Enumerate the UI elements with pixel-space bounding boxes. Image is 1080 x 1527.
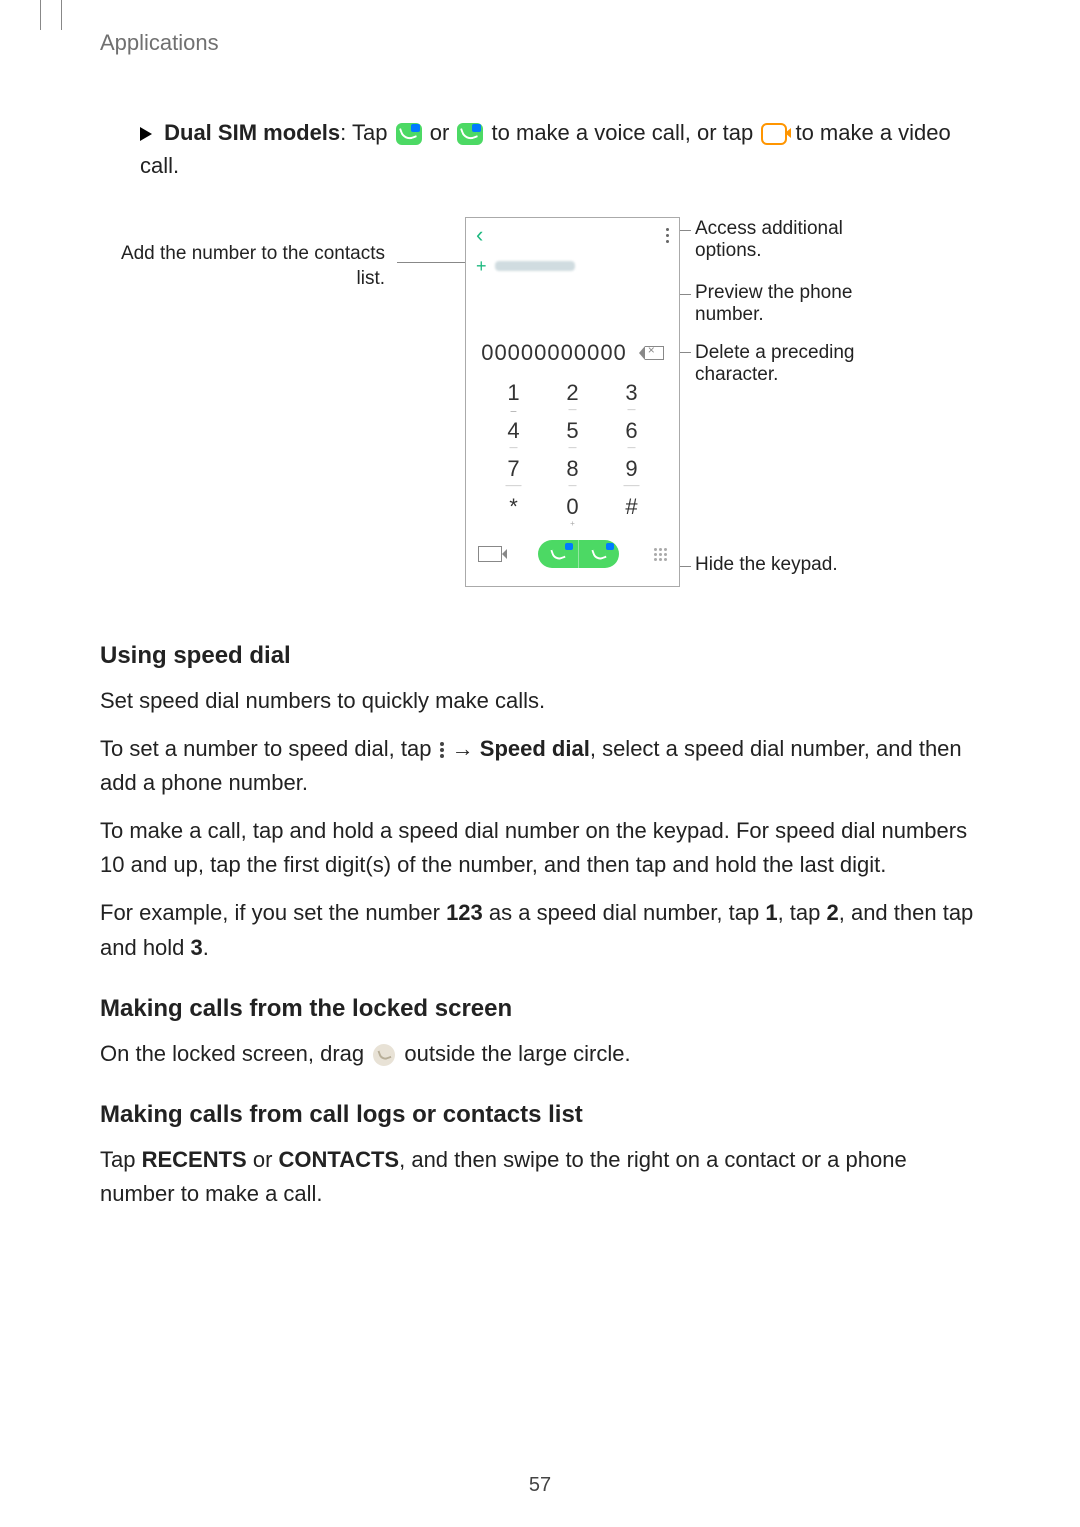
heading-speed-dial: Using speed dial: [100, 642, 980, 670]
call-sim2-icon: [457, 123, 483, 145]
hide-keypad-icon[interactable]: [654, 548, 667, 561]
key-star[interactable]: *: [484, 496, 543, 528]
heading-call-logs: Making calls from call logs or contacts …: [100, 1101, 980, 1129]
annotation-preview-number: Preview the phone number.: [695, 282, 905, 326]
intro-mid2: or: [430, 120, 456, 145]
key-0[interactable]: 0+: [543, 496, 602, 528]
key-3[interactable]: 3—: [602, 382, 661, 414]
speed-dial-p1: Set speed dial numbers to quickly make c…: [100, 684, 980, 718]
more-options-inline-icon: [440, 742, 444, 758]
annotation-add-contacts: Add the number to the contactslist.: [121, 242, 385, 291]
key-9[interactable]: 9——: [602, 458, 661, 490]
video-call-icon: [761, 123, 787, 145]
intro-mid1: : Tap: [340, 120, 393, 145]
heading-locked-screen: Making calls from the locked screen: [100, 995, 980, 1023]
leader-line: [397, 262, 475, 263]
dialer-diagram: Add the number to the contactslist. Acce…: [175, 212, 905, 592]
speed-dial-p2: To set a number to speed dial, tap → Spe…: [100, 732, 980, 800]
keypad: 1⚊ 2— 3— 4— 5— 6— 7—— 8— 9—— * 0+ #: [466, 376, 679, 532]
blurred-text: [495, 261, 575, 271]
key-hash[interactable]: #: [602, 496, 661, 528]
dialed-number: 00000000000: [481, 340, 627, 366]
video-call-button-icon[interactable]: [478, 546, 502, 562]
header-applications: Applications: [100, 30, 980, 56]
speed-dial-p4: For example, if you set the number 123 a…: [100, 896, 980, 964]
annotation-access-options: Access additional options.: [695, 218, 905, 262]
logs-p1: Tap RECENTS or CONTACTS, and then swipe …: [100, 1143, 980, 1211]
annotation-hide-keypad: Hide the keypad.: [695, 554, 838, 576]
triangle-bullet-icon: [140, 127, 152, 141]
add-contact-icon[interactable]: +: [476, 256, 487, 277]
phone-mockup: ‹ + 00000000000 1⚊ 2— 3— 4— 5—: [465, 217, 680, 587]
intro-mid3: to make a voice call, or tap: [492, 120, 760, 145]
key-5[interactable]: 5—: [543, 420, 602, 452]
intro-dual-sim: Dual SIM models: Tap or to make a voice …: [140, 116, 980, 182]
page-number: 57: [0, 1474, 1080, 1497]
backspace-icon[interactable]: [645, 346, 664, 360]
locked-p1: On the locked screen, drag outside the l…: [100, 1037, 980, 1071]
back-chevron-icon[interactable]: ‹: [476, 222, 483, 248]
intro-lead: Dual SIM models: [164, 120, 340, 145]
call-sim1-icon: [396, 123, 422, 145]
dual-call-button[interactable]: [538, 540, 619, 568]
key-8[interactable]: 8—: [543, 458, 602, 490]
key-7[interactable]: 7——: [484, 458, 543, 490]
key-1[interactable]: 1⚊: [484, 382, 543, 414]
key-6[interactable]: 6—: [602, 420, 661, 452]
more-options-icon[interactable]: [666, 228, 669, 243]
key-4[interactable]: 4—: [484, 420, 543, 452]
lock-screen-call-icon: [373, 1044, 395, 1066]
annotation-delete-char: Delete a preceding character.: [695, 342, 905, 386]
speed-dial-p3: To make a call, tap and hold a speed dia…: [100, 814, 980, 882]
key-2[interactable]: 2—: [543, 382, 602, 414]
top-tab-marker: [40, 0, 62, 30]
